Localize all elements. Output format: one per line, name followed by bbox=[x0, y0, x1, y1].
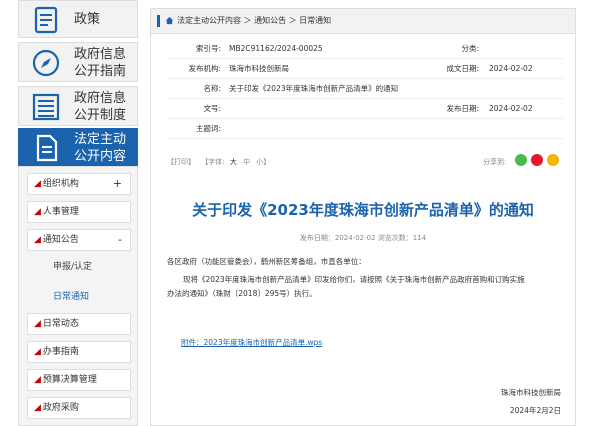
article-paragraph: 现将《2023年度珠海市创新产品清单》印发给你们，请按照《关于珠海市创新产品政府… bbox=[183, 275, 525, 284]
submenu-item-daily-notice[interactable]: 日常通知 bbox=[53, 289, 89, 302]
breadcrumb-text[interactable]: 法定主动公开内容 ＞ 通知公告 ＞ 日常通知 bbox=[177, 9, 331, 33]
created-date-value: 2024-02-02 bbox=[485, 58, 563, 79]
bullet-icon: ◢ bbox=[34, 179, 41, 189]
keywords-label: 主题词: bbox=[167, 118, 225, 139]
font-large-button[interactable]: 大 bbox=[230, 158, 237, 166]
publisher-value: 珠海市科技创新局 bbox=[225, 58, 399, 79]
metadata-table: 索引号: MB2C91162/2024-00025 分类: 发布机构: 珠海市科… bbox=[167, 39, 563, 139]
category-value bbox=[485, 39, 563, 59]
file-icon bbox=[36, 134, 58, 162]
bullet-icon: ◢ bbox=[34, 347, 41, 357]
sidebar-tab-label: 法定主动 公开内容 bbox=[74, 132, 127, 164]
attachment-link[interactable]: 附件：2023年度珠海市创新产品清单.wps bbox=[181, 337, 322, 348]
article-paragraph: 办法的通知》（珠财〔2018〕295号）执行。 bbox=[167, 289, 317, 298]
breadcrumb: 法定主动公开内容 ＞ 通知公告 ＞ 日常通知 bbox=[151, 9, 575, 34]
publish-date-label: 发布日期: bbox=[399, 98, 485, 119]
bullet-icon: ◢ bbox=[34, 235, 41, 245]
submenu-item-declaration[interactable]: 申报/认定 bbox=[53, 259, 92, 272]
sidebar-tab-statutory[interactable]: 法定主动 公开内容 bbox=[18, 128, 138, 166]
sidebar-tab-policy[interactable]: 政策 bbox=[18, 0, 138, 38]
font-medium-button[interactable]: 中 bbox=[243, 158, 250, 166]
sidebar-tab-label: 政策 bbox=[74, 12, 101, 27]
compass-icon bbox=[32, 49, 60, 77]
document-icon bbox=[34, 6, 58, 34]
category-label: 分类: bbox=[399, 39, 485, 59]
breadcrumb-marker bbox=[157, 15, 160, 27]
signed-date: 2024年2月2日 bbox=[509, 406, 561, 415]
article-submeta: 发布日期：2024-02-02 浏览次数：114 bbox=[299, 234, 427, 242]
index-label: 索引号: bbox=[167, 39, 225, 59]
article-title: 关于印发《2023年度珠海市创新产品清单》的通知 bbox=[192, 201, 534, 219]
menu-item-service-guide[interactable]: ◢ 办事指南 bbox=[27, 341, 131, 363]
signer-name: 珠海市科技创新局 bbox=[501, 388, 561, 397]
menu-item-procurement[interactable]: ◢ 政府采购 bbox=[27, 397, 131, 419]
share-label: 分享到: bbox=[483, 158, 507, 166]
home-icon bbox=[165, 16, 174, 25]
sidebar-tab-label: 政府信息 公开制度 bbox=[74, 91, 127, 123]
collapse-icon[interactable]: - bbox=[118, 230, 122, 250]
expand-icon[interactable]: + bbox=[113, 174, 122, 194]
index-value: MB2C91162/2024-00025 bbox=[225, 39, 399, 59]
publish-date-value: 2024-02-02 bbox=[485, 98, 563, 119]
menu-item-personnel[interactable]: ◢ 人事管理 bbox=[27, 201, 131, 223]
sidebar-menu: ◢ 组织机构 + ◢ 人事管理 ◢ 通知公告 - 申报/认定 日常通知 ◢ 日常动态 ◢… bbox=[18, 166, 138, 426]
publisher-label: 发布机构: bbox=[167, 58, 225, 79]
font-size-label: 【字体: bbox=[201, 158, 225, 166]
doc-name-label: 名称: bbox=[167, 78, 225, 99]
sidebar-tab-system[interactable]: 政府信息 公开制度 bbox=[18, 86, 138, 126]
bullet-icon: ◢ bbox=[34, 319, 41, 329]
doc-name-value: 关于印发《2023年度珠海市创新产品清单》的通知 bbox=[225, 78, 563, 99]
bullet-icon: ◢ bbox=[34, 375, 41, 385]
menu-item-notices[interactable]: ◢ 通知公告 - bbox=[27, 229, 131, 251]
created-date-label: 成文日期: bbox=[399, 58, 485, 79]
qzone-share-icon[interactable] bbox=[547, 154, 559, 166]
print-button[interactable]: 【打印】 bbox=[167, 158, 195, 166]
menu-item-daily-news[interactable]: ◢ 日常动态 bbox=[27, 313, 131, 335]
list-icon bbox=[32, 93, 60, 121]
main-content: 法定主动公开内容 ＞ 通知公告 ＞ 日常通知 索引号: MB2C91162/20… bbox=[150, 8, 576, 426]
article-greeting: 各区政府（功能区管委会），鹤州新区筹备组，市直各单位： bbox=[167, 257, 366, 266]
weibo-share-icon[interactable] bbox=[531, 154, 543, 166]
wechat-share-icon[interactable] bbox=[515, 154, 527, 166]
bullet-icon: ◢ bbox=[34, 403, 41, 413]
keywords-value bbox=[225, 118, 563, 139]
font-small-button[interactable]: 小】 bbox=[256, 158, 270, 166]
doc-number-label: 文号: bbox=[167, 98, 225, 119]
article-toolbar: 【打印】 【字体: 大 中 小】 分享到: bbox=[167, 154, 563, 167]
sidebar-tab-guide[interactable]: 政府信息 公开指南 bbox=[18, 42, 138, 82]
menu-item-organization[interactable]: ◢ 组织机构 + bbox=[27, 173, 131, 195]
sidebar-tab-label: 政府信息 公开指南 bbox=[74, 47, 127, 79]
menu-item-budget[interactable]: ◢ 预算决算管理 bbox=[27, 369, 131, 391]
bullet-icon: ◢ bbox=[34, 207, 41, 217]
doc-number-value bbox=[225, 98, 399, 119]
